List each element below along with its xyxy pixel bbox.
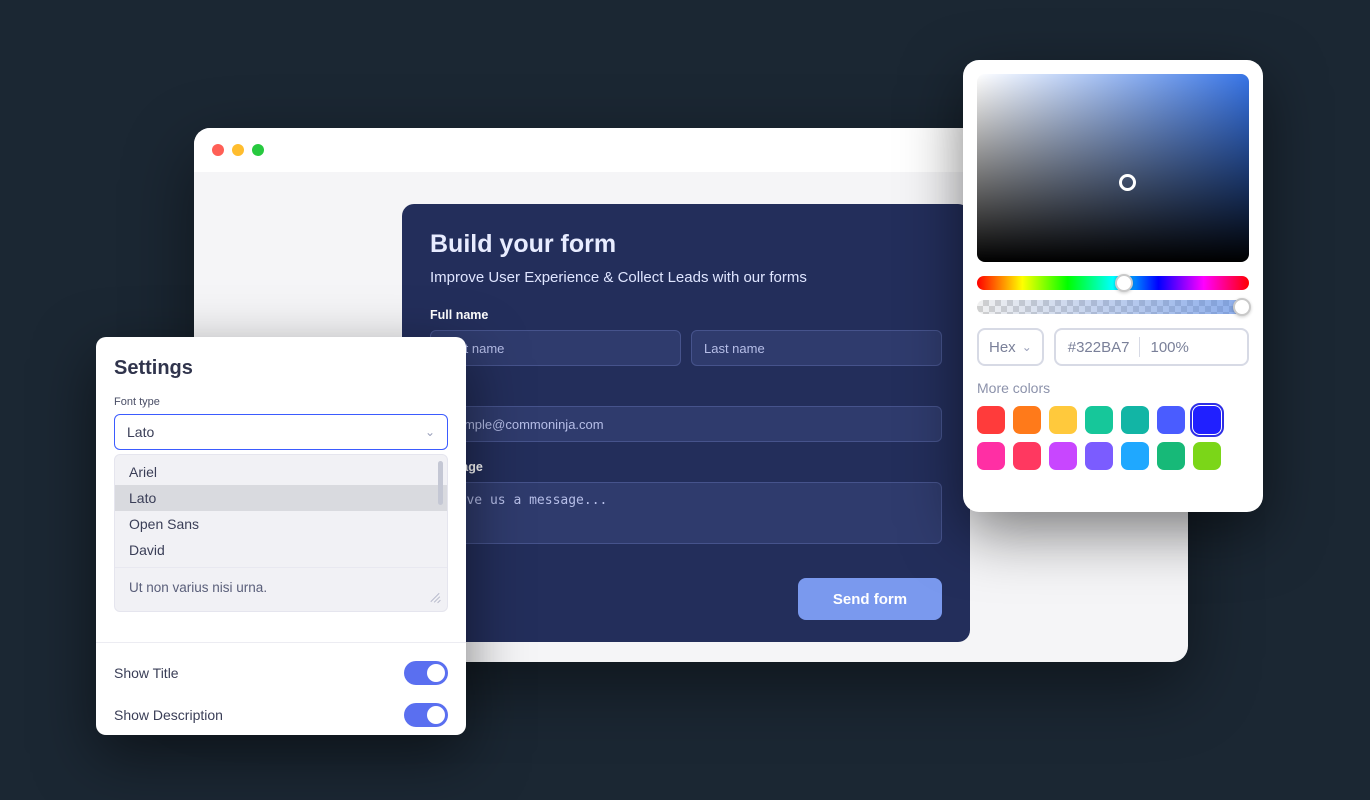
form-card: Build your form Improve User Experience … [402, 204, 970, 642]
alpha-value: 100% [1150, 339, 1188, 356]
hex-value: #322BA7 [1068, 339, 1130, 356]
more-colors-label: More colors [977, 380, 1249, 396]
hue-thumb[interactable] [1115, 274, 1133, 292]
show-title-label: Show Title [114, 665, 179, 681]
color-swatch[interactable] [1121, 406, 1149, 434]
color-swatch[interactable] [1193, 406, 1221, 434]
settings-title: Settings [114, 357, 448, 380]
color-swatch[interactable] [1193, 442, 1221, 470]
alpha-slider[interactable] [977, 300, 1249, 314]
show-description-row: Show Description [114, 703, 448, 727]
chevron-down-icon: ⌄ [425, 425, 435, 439]
color-swatch[interactable] [1085, 442, 1113, 470]
color-picker-panel: Hex ⌄ #322BA7 100% More colors [963, 60, 1263, 512]
color-swatch[interactable] [977, 406, 1005, 434]
hue-slider[interactable] [977, 276, 1249, 290]
font-selected-value: Lato [127, 424, 154, 440]
color-swatch[interactable] [977, 442, 1005, 470]
form-subtitle: Improve User Experience & Collect Leads … [430, 269, 942, 286]
color-swatch[interactable] [1121, 442, 1149, 470]
color-swatch[interactable] [1157, 442, 1185, 470]
email-input[interactable] [430, 406, 942, 442]
email-label: Email [430, 384, 942, 398]
font-type-label: Font type [114, 396, 448, 408]
color-swatch[interactable] [1049, 406, 1077, 434]
color-swatch[interactable] [1049, 442, 1077, 470]
form-title: Build your form [430, 230, 942, 259]
maximize-icon[interactable] [252, 144, 264, 156]
show-title-toggle[interactable] [404, 661, 448, 685]
alpha-thumb[interactable] [1233, 298, 1251, 316]
divider [96, 642, 466, 643]
color-swatch[interactable] [1157, 406, 1185, 434]
saturation-value-area[interactable] [977, 74, 1249, 262]
message-textarea[interactable] [430, 482, 942, 544]
font-dropdown: Ariel Lato Open Sans David Ut non varius… [114, 454, 448, 612]
color-swatches [977, 406, 1249, 470]
show-description-toggle[interactable] [404, 703, 448, 727]
separator [1139, 337, 1140, 357]
color-format-select[interactable]: Hex ⌄ [977, 328, 1044, 366]
settings-panel: Settings Font type Lato ⌄ Ariel Lato Ope… [96, 337, 466, 735]
minimize-icon[interactable] [232, 144, 244, 156]
show-description-label: Show Description [114, 707, 223, 723]
font-preview-text: Ut non varius nisi urna. [115, 567, 447, 607]
font-select[interactable]: Lato ⌄ [114, 414, 448, 450]
font-option-lato[interactable]: Lato [115, 485, 447, 511]
color-swatch[interactable] [1013, 442, 1041, 470]
last-name-input[interactable] [691, 330, 942, 366]
traffic-lights [212, 144, 264, 156]
full-name-label: Full name [430, 308, 942, 322]
send-form-button[interactable]: Send form [798, 578, 942, 620]
chevron-down-icon: ⌄ [1022, 340, 1032, 354]
first-name-input[interactable] [430, 330, 681, 366]
format-value: Hex [989, 339, 1016, 356]
font-option-open-sans[interactable]: Open Sans [115, 511, 447, 537]
message-label: Message [430, 460, 942, 474]
close-icon[interactable] [212, 144, 224, 156]
resize-handle-icon[interactable] [429, 591, 441, 603]
color-swatch[interactable] [1085, 406, 1113, 434]
font-option-ariel[interactable]: Ariel [115, 459, 447, 485]
show-title-row: Show Title [114, 661, 448, 685]
sv-cursor-icon[interactable] [1119, 174, 1136, 191]
scrollbar[interactable] [438, 461, 443, 505]
color-swatch[interactable] [1013, 406, 1041, 434]
font-option-david[interactable]: David [115, 537, 447, 563]
color-value-box[interactable]: #322BA7 100% [1054, 328, 1249, 366]
